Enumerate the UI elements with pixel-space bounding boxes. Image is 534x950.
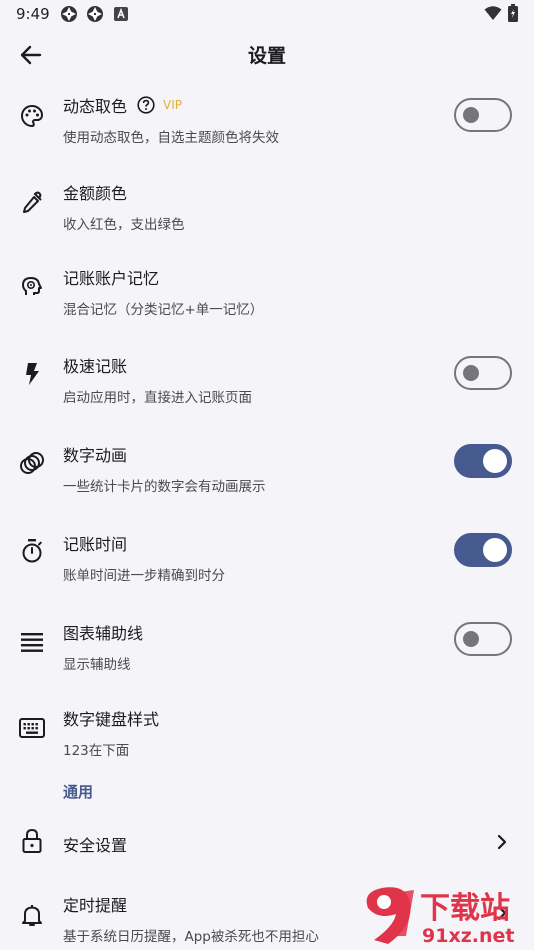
bolt-icon	[19, 361, 45, 387]
setting-subtitle: 使用动态取色，自选主题颜色将失效	[63, 130, 279, 146]
keyboard-icon	[19, 715, 45, 741]
setting-title: 定时提醒	[63, 896, 128, 915]
eyedropper-icon	[19, 190, 45, 216]
number-animation-toggle[interactable]	[454, 444, 512, 478]
setting-title: 金额颜色	[63, 184, 128, 203]
battery-icon	[508, 4, 518, 26]
chevron-right-icon	[497, 834, 507, 850]
rings-icon	[19, 450, 45, 476]
app-bar: 设置	[0, 28, 534, 80]
setting-record-time[interactable]: 记账时间 账单时间进一步精确到时分	[0, 527, 534, 584]
setting-title: 数字动画	[63, 446, 128, 465]
aperture-icon	[86, 5, 104, 23]
vip-badge: VIP	[163, 98, 182, 112]
watermark-text-main: 下载站	[420, 891, 510, 926]
help-circle-icon[interactable]	[137, 96, 155, 114]
aperture-icon	[60, 5, 78, 23]
setting-keypad-style[interactable]: 数字键盘样式 123在下面	[0, 702, 534, 759]
setting-dynamic-color[interactable]: 动态取色 VIP 使用动态取色，自选主题颜色将失效	[0, 88, 534, 146]
setting-quick-record[interactable]: 极速记账 启动应用时，直接进入记账页面	[0, 349, 534, 406]
setting-title: 数字键盘样式	[63, 710, 160, 729]
bell-icon	[19, 902, 45, 928]
status-bar: 9:49	[0, 0, 534, 28]
setting-subtitle: 123在下面	[63, 743, 130, 759]
setting-title: 图表辅助线	[63, 624, 144, 643]
setting-account-memory[interactable]: 记账账户记忆 混合记忆（分类记忆+单一记忆）	[0, 261, 534, 318]
wifi-icon	[484, 5, 502, 25]
setting-number-animation[interactable]: 数字动画 一些统计卡片的数字会有动画展示	[0, 438, 534, 495]
lock-icon	[19, 828, 45, 854]
status-right	[484, 4, 518, 26]
setting-subtitle: 一些统计卡片的数字会有动画展示	[63, 479, 266, 495]
setting-security[interactable]: 安全设置	[0, 822, 534, 862]
setting-title: 极速记账	[63, 357, 128, 376]
setting-title: 安全设置	[63, 836, 128, 855]
chart-guides-toggle[interactable]	[454, 622, 512, 656]
arrow-left-icon	[20, 45, 42, 65]
quick-record-toggle[interactable]	[454, 356, 512, 390]
brain-icon	[19, 274, 45, 300]
setting-subtitle: 混合记忆（分类记忆+单一记忆）	[63, 302, 264, 318]
a-badge-icon	[112, 5, 130, 23]
dynamic-color-toggle[interactable]	[454, 98, 512, 132]
palette-icon	[19, 103, 45, 129]
watermark-text-url: 91xz.net	[422, 925, 514, 947]
stopwatch-icon	[19, 538, 45, 564]
back-button[interactable]	[14, 38, 48, 72]
setting-subtitle: 显示辅助线	[63, 657, 131, 673]
setting-title: 记账时间	[63, 535, 128, 554]
setting-subtitle: 基于系统日历提醒，App被杀死也不用担心	[63, 929, 319, 945]
setting-chart-guides[interactable]: 图表辅助线 显示辅助线	[0, 616, 534, 673]
watermark-logo: 下载站 91xz.net	[354, 882, 530, 948]
lines-icon	[19, 629, 45, 655]
page-title: 设置	[247, 44, 286, 67]
section-general-label: 通用	[63, 783, 94, 801]
setting-subtitle: 收入红色，支出绿色	[63, 217, 185, 233]
setting-subtitle: 启动应用时，直接进入记账页面	[63, 390, 252, 406]
status-time: 9:49	[16, 5, 50, 23]
record-time-toggle[interactable]	[454, 533, 512, 567]
setting-title: 动态取色	[63, 97, 128, 116]
setting-subtitle: 账单时间进一步精确到时分	[63, 568, 225, 584]
setting-amount-color[interactable]: 金额颜色 收入红色，支出绿色	[0, 176, 534, 233]
setting-title: 记账账户记忆	[63, 269, 160, 288]
